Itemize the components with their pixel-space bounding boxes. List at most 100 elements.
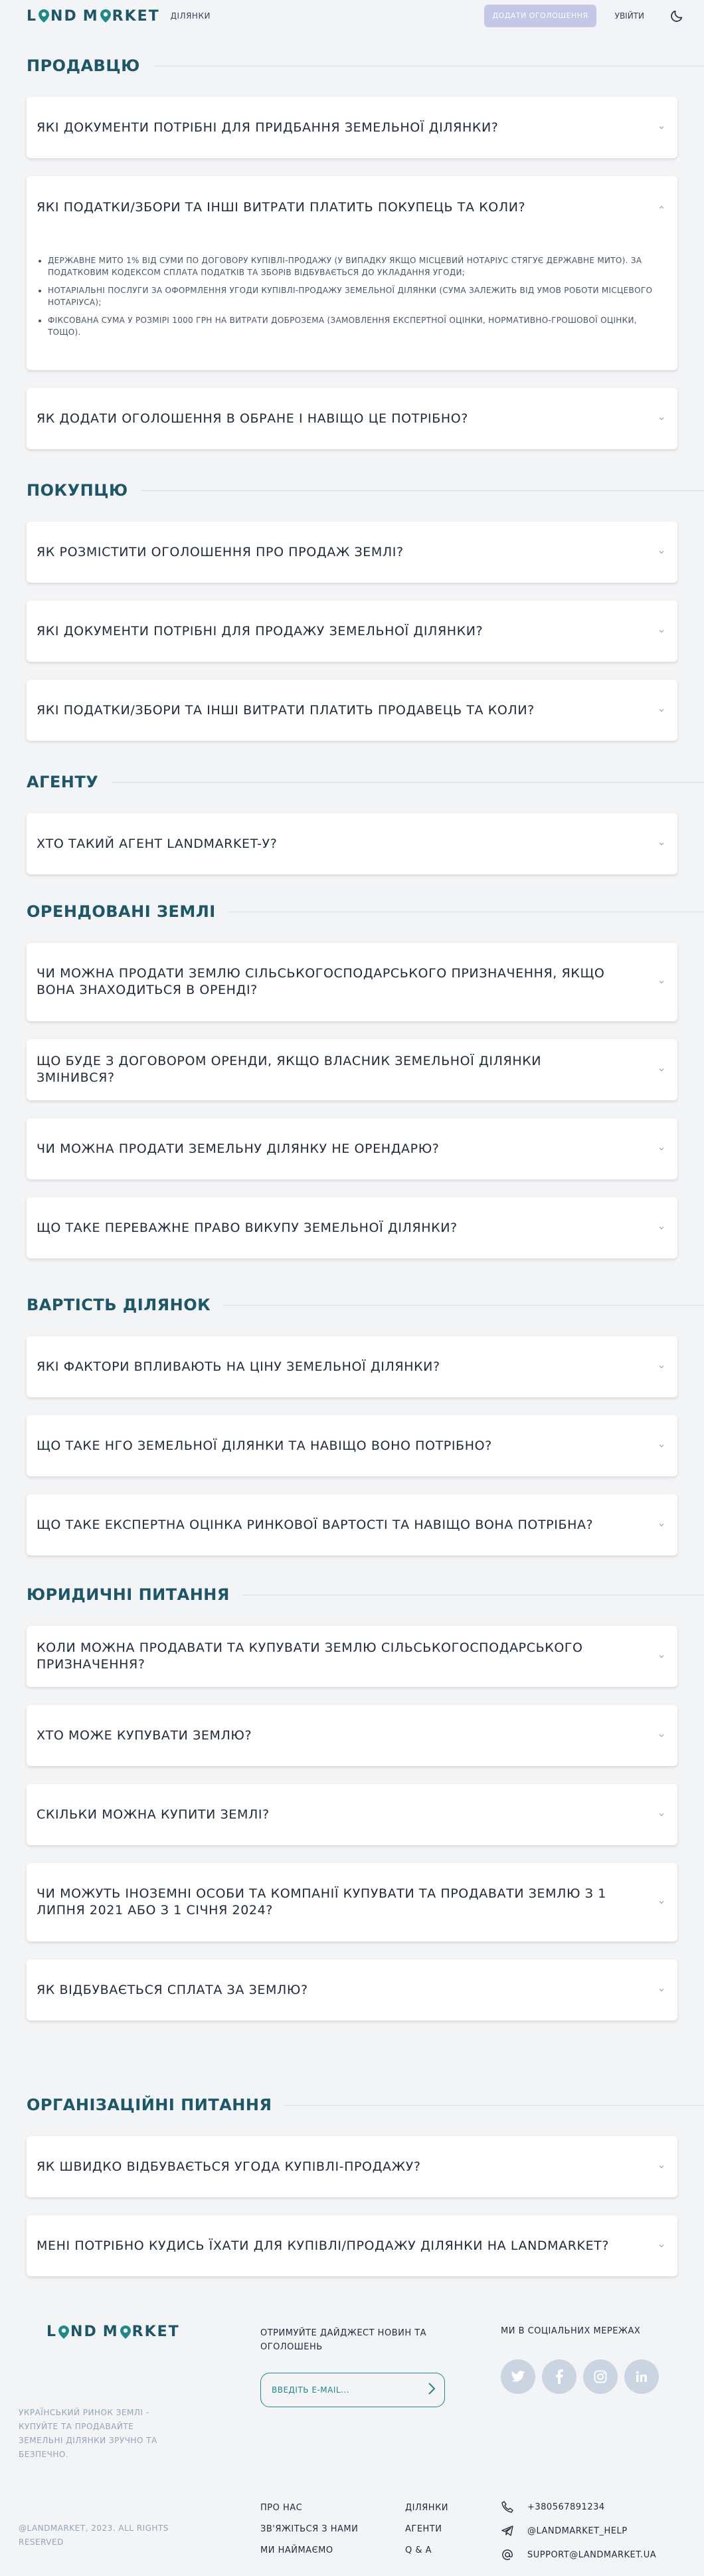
chevron-down-icon [659,709,664,712]
footer-link-qa[interactable]: Q & A [405,2545,432,2555]
faq-question-header[interactable]: ЯКІ ПОДАТКИ/ЗБОРИ ТА ІНШІ ВИТРАТИ ПЛАТИТ… [27,176,677,239]
faq-question: ЯК РОЗМІСТИТИ ОГОЛОШЕННЯ ПРО ПРОДАЖ ЗЕМЛ… [37,544,404,559]
section-title: ПОКУПЦЮ [27,477,704,504]
chevron-down-icon [659,1227,664,1230]
faq-item[interactable]: ХТО ТАКИЙ АГЕНТ LANDMARKET-У? [27,813,677,874]
footer-description: УКРАЇНСЬКИЙ РИНОК ЗЕМЛІ - КУПУЙТЕ ТА ПРО… [19,2408,157,2459]
faq-item[interactable]: ЧИ МОЖНА ПРОДАТИ ЗЕМЕЛЬНУ ДІЛЯНКУ НЕ ОРЕ… [27,1118,677,1179]
map-pin-icon [120,2325,132,2339]
faq-item[interactable]: ЯКІ ФАКТОРИ ВПЛИВАЮТЬ НА ЦІНУ ЗЕМЕЛЬНОЇ … [27,1336,677,1397]
newsletter-email-input[interactable] [272,2385,427,2395]
map-pin-icon [58,2325,70,2339]
faq-item[interactable]: ЩО ТАКЕ ЕКСПЕРТНА ОЦІНКА РИНКОВОЇ ВАРТОС… [27,1494,677,1555]
support-email: SUPPORT@LANDMARKET.UA [527,2549,657,2560]
footer-link-agents[interactable]: АГЕНТИ [405,2524,442,2534]
footer-link-about[interactable]: ПРО НАС [260,2503,302,2513]
faq-question: ЩО ТАКЕ НГО ЗЕМЕЛЬНОЇ ДІЛЯНКИ ТА НАВІЩО … [37,1438,492,1453]
faq-question: ЧИ МОЖУТЬ ІНОЗЕМНІ ОСОБИ ТА КОМПАНІЇ КУП… [37,1886,606,1918]
faq-section: ВАРТІСТЬ ДІЛЯНОК ЯКІ ФАКТОРИ ВПЛИВАЮТЬ НА… [0,1292,704,1555]
chevron-down-icon [659,630,664,633]
section-title: ПРОДАВЦЮ [27,52,704,79]
nav-plots-link[interactable]: ДІЛЯНКИ [171,11,211,21]
faq-item[interactable]: ЩО БУДЕ З ДОГОВОРОМ ОРЕНДИ, ЯКЩО ВЛАСНИК… [27,1039,677,1100]
faq-item-open: ЯКІ ПОДАТКИ/ЗБОРИ ТА ІНШІ ВИТРАТИ ПЛАТИТ… [27,176,677,370]
submit-arrow-icon[interactable] [427,2381,436,2399]
faq-question: ЧИ МОЖНА ПРОДАТИ ЗЕМЛЮ СІЛЬСЬКОГОСПОДАРС… [37,966,605,997]
faq-item[interactable]: СКІЛЬКИ МОЖНА КУПИТИ ЗЕМЛІ? [27,1784,677,1845]
faq-item[interactable]: МЕНІ ПОТРІБНО КУДИСЬ ЇХАТИ ДЛЯ КУПІВЛІ/П… [27,2215,677,2276]
twitter-icon[interactable] [501,2359,535,2394]
section-title: ЮРИДИЧНІ ПИТАННЯ [27,1581,704,1608]
faq-question: ХТО ТАКИЙ АГЕНТ LANDMARKET-У? [37,836,278,851]
faq-section: ЮРИДИЧНІ ПИТАННЯ КОЛИ МОЖНА ПРОДАВАТИ ТА … [0,1581,704,2021]
faq-question: ЯКІ ДОКУМЕНТИ ПОТРІБНІ ДЛЯ ПРОДАЖУ ЗЕМЕЛ… [37,623,484,639]
footer-link-careers[interactable]: МИ НАЙМАЄМО [260,2545,333,2555]
theme-toggle-moon-icon[interactable] [669,9,684,23]
faq-question: ЯК ВІДБУВАЄТЬСЯ СПЛАТА ЗА ЗЕМЛЮ? [37,1982,308,1997]
instagram-icon[interactable] [583,2359,618,2394]
chevron-down-icon [659,1365,664,1369]
faq-question: ЩО ТАКЕ ПЕРЕВАЖНЕ ПРАВО ВИКУПУ ЗЕМЕЛЬНОЇ… [37,1220,458,1235]
faq-question: ЯК ШВИДКО ВІДБУВАЄТЬСЯ УГОДА КУПІВЛІ-ПРО… [37,2159,421,2174]
telegram-icon [501,2526,513,2536]
add-listing-button[interactable]: ДОДАТИ ОГОЛОШЕННЯ [484,5,596,27]
faq-item[interactable]: ЯК ШВИДКО ВІДБУВАЄТЬСЯ УГОДА КУПІВЛІ-ПРО… [27,2136,677,2197]
newsletter-form [260,2373,445,2407]
facebook-icon[interactable] [542,2359,576,2394]
chevron-down-icon [659,842,664,846]
faq-item[interactable]: ЯКІ ДОКУМЕНТИ ПОТРІБНІ ДЛЯ ПРИДБАННЯ ЗЕМ… [27,97,677,158]
faq-item[interactable]: ЯК ВІДБУВАЄТЬСЯ СПЛАТА ЗА ЗЕМЛЮ? [27,1959,677,2021]
faq-item[interactable]: ХТО МОЖЕ КУПУВАТИ ЗЕМЛЮ? [27,1705,677,1766]
linkedin-icon[interactable] [624,2359,659,2394]
faq-item[interactable]: ЯК РОЗМІСТИТИ ОГОЛОШЕННЯ ПРО ПРОДАЖ ЗЕМЛ… [27,522,677,583]
contact-telegram[interactable]: @LANDMARKET_HELP [501,2519,656,2543]
social-links [501,2359,665,2394]
faq-question: КОЛИ МОЖНА ПРОДАВАТИ ТА КУПУВАТИ ЗЕМЛЮ С… [37,1640,583,1672]
faq-question: СКІЛЬКИ МОЖНА КУПИТИ ЗЕМЛІ? [37,1807,270,1822]
logo[interactable]: L ND M RKET [27,8,160,25]
faq-item[interactable]: ЯКІ ПОДАТКИ/ЗБОРИ ТА ІНШІ ВИТРАТИ ПЛАТИТ… [27,680,677,741]
contact-phone[interactable]: +380567891234 [501,2495,656,2519]
section-title: ОРГАНІЗАЦІЙНІ ПИТАННЯ [27,2092,704,2118]
contact-email[interactable]: SUPPORT@LANDMARKET.UA [501,2543,656,2567]
faq-question: ЩО БУДЕ З ДОГОВОРОМ ОРЕНДИ, ЯКЩО ВЛАСНИК… [37,1054,542,1085]
digest-title: ОТРИМУЙТЕ ДАЙДЖЕСТ НОВИН ТА ОГОЛОШЕНЬ [260,2328,427,2352]
faq-item[interactable]: ЧИ МОЖНА ПРОДАТИ ЗЕМЛЮ СІЛЬСЬКОГОСПОДАРС… [27,943,677,1021]
footer-link-contact[interactable]: ЗВ'ЯЖІТЬСЯ З НАМИ [260,2524,358,2534]
chevron-down-icon [659,1734,664,1737]
chevron-down-icon [659,2244,664,2248]
social-title: МИ В СОЦІАЛЬНИХ МЕРЕЖАХ [501,2326,641,2336]
faq-section: ОРГАНІЗАЦІЙНІ ПИТАННЯ ЯК ШВИДКО ВІДБУВАЄТ… [0,2092,704,2276]
chevron-down-icon [659,1989,664,1992]
telegram-handle: @LANDMARKET_HELP [527,2526,628,2536]
section-title: ОРЕНДОВАНІ ЗЕМЛІ [27,898,704,925]
phone-icon [501,2501,513,2513]
faq-item[interactable]: ЯКІ ДОКУМЕНТИ ПОТРІБНІ ДЛЯ ПРОДАЖУ ЗЕМЕЛ… [27,601,677,662]
chevron-up-icon [659,205,664,209]
faq-item[interactable]: КОЛИ МОЖНА ПРОДАВАТИ ТА КУПУВАТИ ЗЕМЛЮ С… [27,1626,677,1687]
section-title: АГЕНТУ [27,769,704,795]
header: L ND M RKET ДІЛЯНКИ ДОДАТИ ОГОЛОШЕННЯ УВІ… [0,0,704,32]
map-pin-icon [38,9,50,23]
faq-question: ЯКІ ПОДАТКИ/ЗБОРИ ТА ІНШІ ВИТРАТИ ПЛАТИТ… [37,199,526,215]
footer-logo[interactable]: L ND M RKET [46,2324,180,2340]
faq-item[interactable]: ЩО ТАКЕ НГО ЗЕМЕЛЬНОЇ ДІЛЯНКИ ТА НАВІЩО … [27,1415,677,1476]
chevron-down-icon [659,981,664,984]
chevron-down-icon [659,126,664,130]
faq-item[interactable]: ЯК ДОДАТИ ОГОЛОШЕННЯ В ОБРАНЕ І НАВІЩО Ц… [27,388,677,449]
chevron-down-icon [659,1444,664,1448]
answer-item: ФІКСОВАНА СУМА У РОЗМІРІ 1000 ГРН НА ВИТ… [48,314,659,338]
faq-item[interactable]: ЧИ МОЖУТЬ ІНОЗЕМНІ ОСОБИ ТА КОМПАНІЇ КУП… [27,1863,677,1941]
faq-item[interactable]: ЩО ТАКЕ ПЕРЕВАЖНЕ ПРАВО ВИКУПУ ЗЕМЕЛЬНОЇ… [27,1197,677,1258]
faq-section: ПОКУПЦЮ ЯК РОЗМІСТИТИ ОГОЛОШЕННЯ ПРО ПРОД… [0,477,704,741]
faq-section: ОРЕНДОВАНІ ЗЕМЛІ ЧИ МОЖНА ПРОДАТИ ЗЕМЛЮ С… [0,898,704,1258]
answer-item: ДЕРЖАВНЕ МИТО 1% ВІД СУМИ ПО ДОГОВОРУ КУ… [48,254,659,278]
footer-link-plots[interactable]: ДІЛЯНКИ [405,2503,448,2513]
footer: L ND M RKET УКРАЇНСЬКИЙ РИНОК ЗЕМЛІ - КУП… [0,2296,704,2576]
chevron-down-icon [659,1813,664,1817]
faq-question: МЕНІ ПОТРІБНО КУДИСЬ ЇХАТИ ДЛЯ КУПІВЛІ/П… [37,2238,610,2253]
faq-answer: ДЕРЖАВНЕ МИТО 1% ВІД СУМИ ПО ДОГОВОРУ КУ… [27,239,677,364]
faq-question: ЯКІ ДОКУМЕНТИ ПОТРІБНІ ДЛЯ ПРИДБАННЯ ЗЕМ… [37,120,499,135]
section-title: ВАРТІСТЬ ДІЛЯНОК [27,1292,704,1318]
login-link[interactable]: УВІЙТИ [615,11,644,21]
